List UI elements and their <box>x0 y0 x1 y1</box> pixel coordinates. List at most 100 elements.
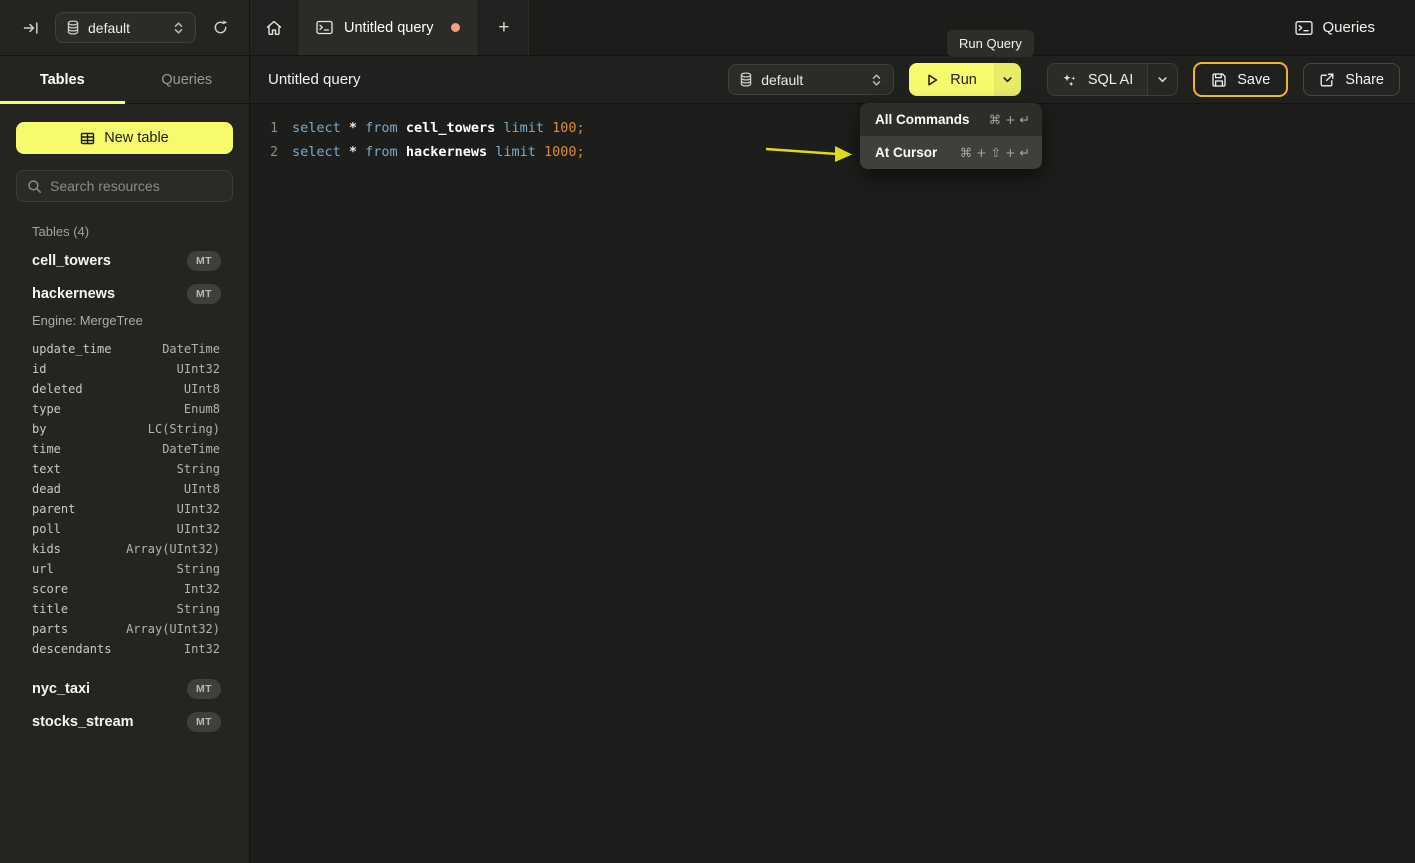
sidebar-tab-bar: Tables Queries <box>0 56 249 104</box>
save-button-label: Save <box>1237 72 1270 88</box>
column-row: scoreInt32 <box>16 579 233 599</box>
sql-ai-caret-button[interactable] <box>1147 64 1177 95</box>
sparkles-icon <box>1062 72 1078 88</box>
search-resources-input[interactable] <box>50 178 222 194</box>
collapse-sidebar-icon <box>23 20 39 36</box>
menu-item-at-cursor[interactable]: At Cursor⌘ + ⇧ + ↵ <box>860 136 1042 169</box>
column-name: text <box>32 462 61 476</box>
table-row-hackernews[interactable]: hackernewsMT <box>16 277 233 310</box>
column-row: descendants Int32 <box>16 639 233 659</box>
sidebar-tab-tables[interactable]: Tables <box>0 56 125 103</box>
column-name: descendants <box>32 642 111 656</box>
column-type: Int32 <box>184 642 220 656</box>
menu-item-all-commands[interactable]: All Commands ⌘ + ↵ <box>860 103 1042 136</box>
table-name: cell_towers <box>32 253 111 269</box>
tab-untitled-query[interactable]: Untitled query <box>297 0 479 55</box>
line-number: 2 <box>250 145 278 160</box>
main-area: Untitled query + Queries Untitled query <box>250 0 1415 863</box>
database-icon <box>66 20 80 35</box>
sidebar-header: default <box>0 0 249 56</box>
run-button[interactable]: Run <box>909 63 994 96</box>
toolbar-database-selector[interactable]: default <box>728 64 894 95</box>
search-icon <box>27 179 42 194</box>
collapse-sidebar-button[interactable] <box>18 15 44 41</box>
column-row: textString <box>16 459 233 479</box>
column-row: partsArray(UInt32) <box>16 619 233 639</box>
code-token: 1000 <box>544 144 577 160</box>
column-type: String <box>177 602 220 616</box>
column-type: UInt8 <box>184 382 220 396</box>
new-table-label: New table <box>104 130 168 146</box>
column-name: deleted <box>32 382 83 396</box>
terminal-icon <box>1295 20 1313 36</box>
run-options-caret-button[interactable] <box>994 63 1021 96</box>
new-table-button[interactable]: New table <box>16 122 233 154</box>
run-dropdown-menu: All Commands ⌘ + ↵ At Cursor⌘ + ⇧ + ↵ <box>860 103 1042 169</box>
engine-badge: MT <box>187 679 221 699</box>
sql-ai-split-button: SQL AI <box>1047 63 1178 96</box>
code-token: ; <box>577 120 585 136</box>
table-name: stocks_stream <box>32 714 134 730</box>
column-type: Array(UInt32) <box>126 622 220 636</box>
tab-strip-left: Untitled query + <box>250 0 529 55</box>
column-row: byLC(String) <box>16 419 233 439</box>
column-row: kidsArray(UInt32) <box>16 539 233 559</box>
database-selector[interactable]: default <box>55 12 196 43</box>
save-button[interactable]: Save <box>1193 62 1288 97</box>
column-type: String <box>177 562 220 576</box>
sidebar-tab-queries-label: Queries <box>161 72 212 88</box>
new-tab-button[interactable]: + <box>479 0 528 55</box>
refresh-button[interactable] <box>207 15 233 41</box>
column-name: kids <box>32 542 61 556</box>
sidebar-content: New table Tables (4) cell_towersMThacker… <box>0 104 249 863</box>
chevron-down-icon <box>1157 74 1168 85</box>
column-name: parent <box>32 502 75 516</box>
menu-item-label: At Cursor <box>875 145 937 160</box>
database-selector-value: default <box>88 20 164 36</box>
code-token: cell_towers <box>406 120 504 136</box>
table-row-nyc_taxi[interactable]: nyc_taxi MT <box>16 672 233 705</box>
column-row: titleString <box>16 599 233 619</box>
table-row-cell_towers[interactable]: cell_towersMT <box>16 244 233 277</box>
column-name: poll <box>32 522 61 536</box>
column-row: parentUInt32 <box>16 499 233 519</box>
chevron-up-down-icon <box>172 21 185 35</box>
code-token: * <box>349 120 365 136</box>
code-token: from <box>365 120 406 136</box>
column-row: typeEnum8 <box>16 399 233 419</box>
chevron-up-down-icon <box>870 73 883 87</box>
sql-editor[interactable]: 1select * from cell_towers limit 100;2se… <box>250 104 1415 863</box>
play-icon <box>926 73 939 87</box>
column-row: pollUInt32 <box>16 519 233 539</box>
chevron-down-icon <box>1002 74 1013 85</box>
table-row-stocks_stream[interactable]: stocks_streamMT <box>16 705 233 738</box>
column-name: update_time <box>32 342 111 356</box>
sidebar-tab-queries[interactable]: Queries <box>125 56 250 103</box>
columns-list: update_timeDateTimeidUInt32 deleted UInt8 t… <box>16 339 233 659</box>
column-row: deleted UInt8 <box>16 379 233 399</box>
app-root: default Tables Queries New table <box>0 0 1415 863</box>
table-name: nyc_taxi <box>32 681 90 697</box>
home-button[interactable] <box>250 0 297 55</box>
run-split-button: Run <box>909 63 1021 96</box>
run-query-tooltip: Run Query <box>947 30 1034 57</box>
menu-item-label: All Commands <box>875 112 970 127</box>
queries-button[interactable]: Queries <box>1295 19 1375 36</box>
column-row: idUInt32 <box>16 359 233 379</box>
sql-ai-button[interactable]: SQL AI <box>1048 64 1147 95</box>
column-type: Enum8 <box>184 402 220 416</box>
share-button[interactable]: Share <box>1303 63 1400 96</box>
tables-list: cell_towersMThackernewsMTEngine: MergeTr… <box>16 244 233 738</box>
tab-strip: Untitled query + Queries <box>250 0 1415 56</box>
column-row: timeDateTime <box>16 439 233 459</box>
sql-ai-button-label: SQL AI <box>1088 72 1133 88</box>
code-token: limit <box>495 144 544 160</box>
share-button-label: Share <box>1345 72 1384 88</box>
column-name: score <box>32 582 68 596</box>
search-resources-box <box>16 170 233 202</box>
toolbar-database-selector-value: default <box>761 72 862 88</box>
code-token: 100 <box>552 120 576 136</box>
column-row: update_timeDateTime <box>16 339 233 359</box>
column-type: UInt32 <box>177 362 220 376</box>
menu-item-shortcut: ⌘ + ↵ <box>989 112 1030 127</box>
